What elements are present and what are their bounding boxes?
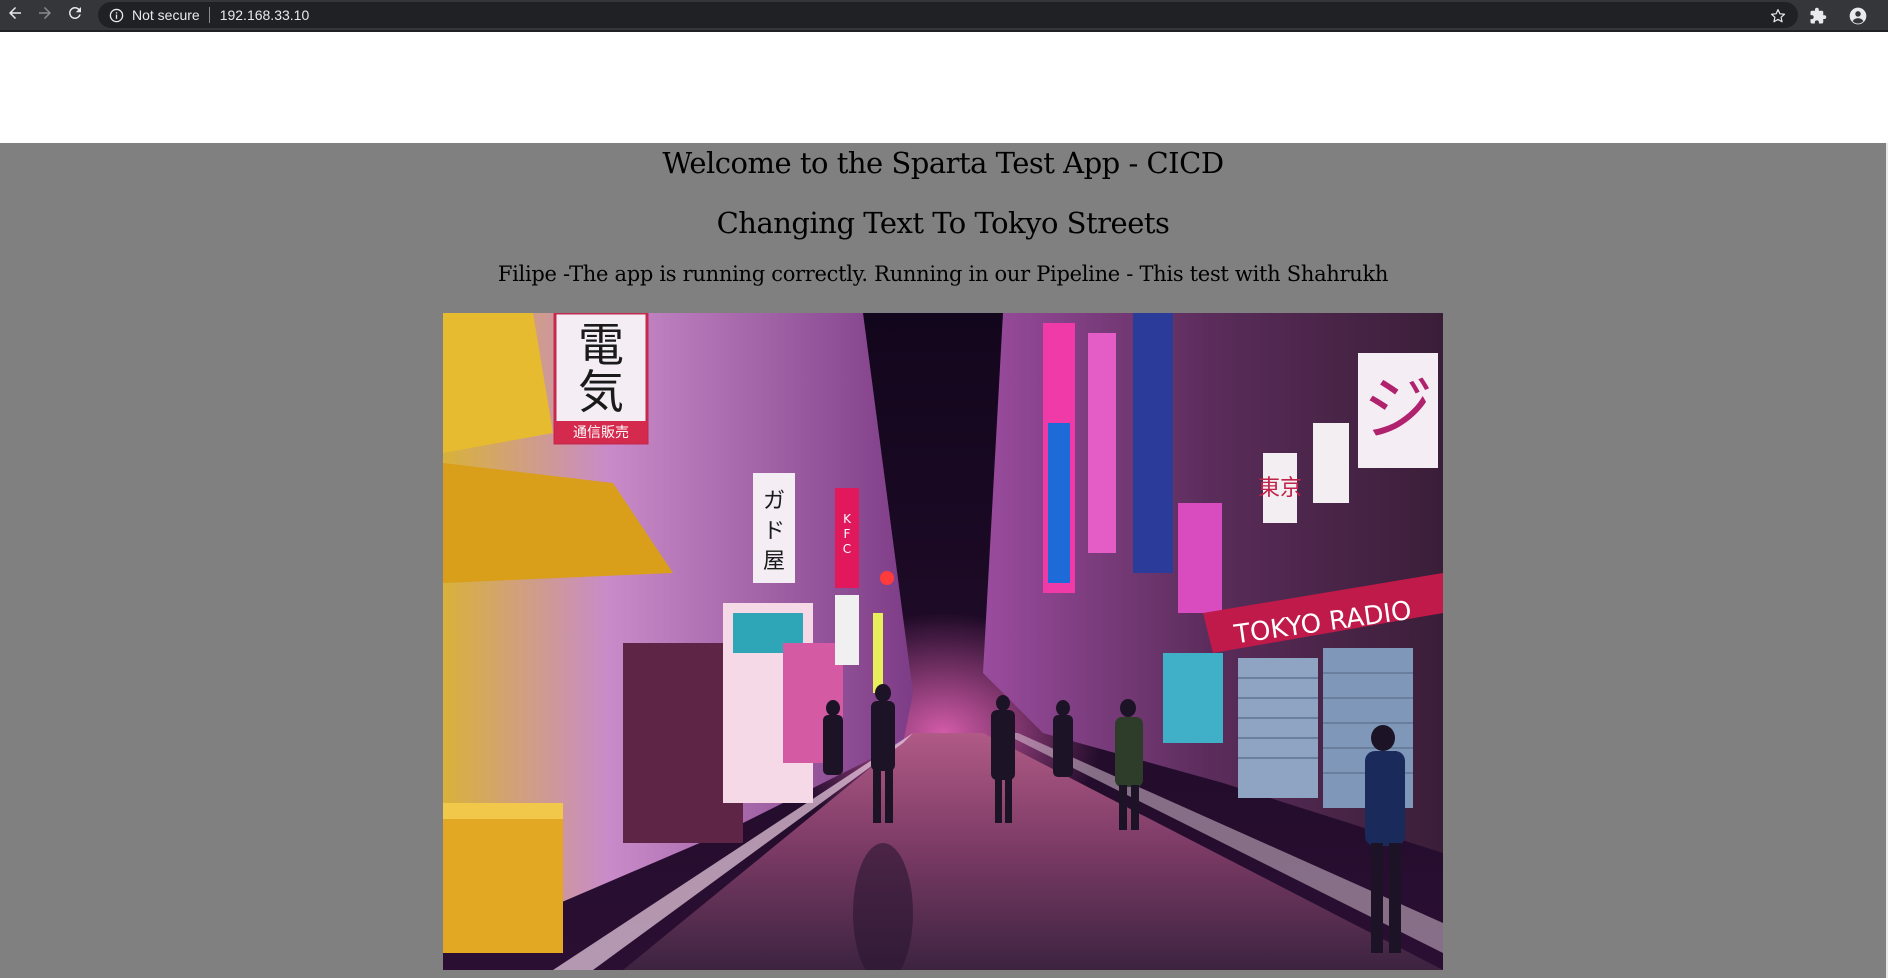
- browser-toolbar: Not secure 192.168.33.10: [0, 0, 1888, 32]
- svg-text:ド: ド: [763, 519, 785, 544]
- svg-text:ガ: ガ: [763, 489, 785, 514]
- svg-text:気: 気: [578, 365, 624, 419]
- forward-arrow-icon: [36, 4, 54, 26]
- svg-text:F: F: [844, 527, 851, 541]
- back-button[interactable]: [0, 0, 30, 30]
- svg-text:ジ: ジ: [1363, 368, 1433, 450]
- page-subtitle: Changing Text To Tokyo Streets: [716, 206, 1170, 240]
- page-top-spacer: [0, 34, 1888, 143]
- forward-button[interactable]: [30, 0, 60, 30]
- reload-icon: [66, 4, 84, 26]
- reload-button[interactable]: [60, 0, 90, 30]
- svg-text:東京: 東京: [1258, 476, 1302, 501]
- back-arrow-icon: [6, 4, 24, 26]
- svg-text:通信販売: 通信販売: [573, 425, 629, 441]
- tokyo-street-image: 電 気 通信販売 ガ ド 屋 K F C 東京 ジ TOKYO RADIO: [443, 313, 1443, 970]
- puzzle-icon[interactable]: [1806, 4, 1830, 28]
- security-label[interactable]: Not secure: [132, 7, 200, 23]
- url-text[interactable]: 192.168.33.10: [220, 7, 310, 23]
- svg-text:屋: 屋: [763, 549, 785, 574]
- info-icon[interactable]: [108, 7, 124, 23]
- svg-text:C: C: [843, 542, 851, 556]
- account-icon[interactable]: [1846, 4, 1870, 28]
- svg-text:K: K: [843, 512, 852, 526]
- page-title: Welcome to the Sparta Test App - CICD: [662, 146, 1224, 180]
- toolbar-actions: [1766, 0, 1870, 32]
- address-bar[interactable]: Not secure 192.168.33.10: [98, 2, 1798, 28]
- address-separator: [208, 7, 210, 23]
- main-content: Welcome to the Sparta Test App - CICD Ch…: [0, 143, 1886, 978]
- status-message: Filipe -The app is running correctly. Ru…: [497, 262, 1389, 286]
- star-icon[interactable]: [1766, 4, 1790, 28]
- svg-text:電: 電: [578, 318, 624, 372]
